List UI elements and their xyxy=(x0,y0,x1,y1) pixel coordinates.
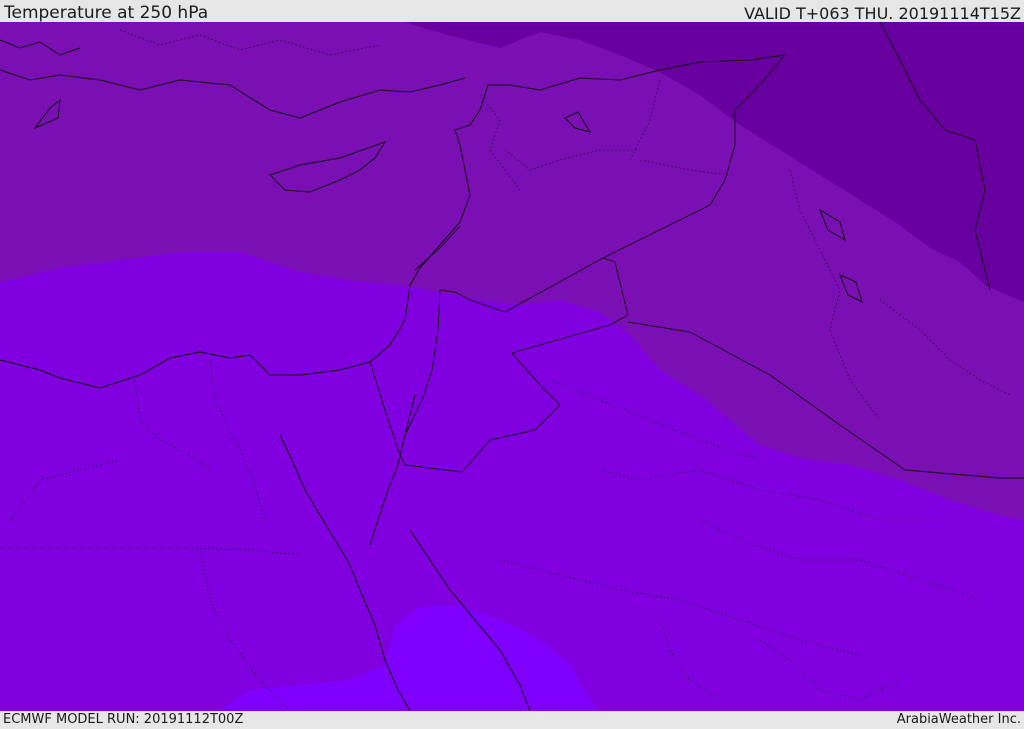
map-title: Temperature at 250 hPa xyxy=(4,3,209,23)
model-run-label: ECMWF MODEL RUN: 20191112T00Z xyxy=(3,712,244,727)
footer-bar: ECMWF MODEL RUN: 20191112T00Z ArabiaWeat… xyxy=(0,711,1024,729)
valid-time: VALID T+063 THU. 20191114T15Z xyxy=(744,4,1021,23)
temperature-map xyxy=(0,22,1024,711)
credit-label: ArabiaWeather Inc. xyxy=(896,712,1021,727)
header-bar: Temperature at 250 hPa VALID T+063 THU. … xyxy=(0,0,1024,23)
